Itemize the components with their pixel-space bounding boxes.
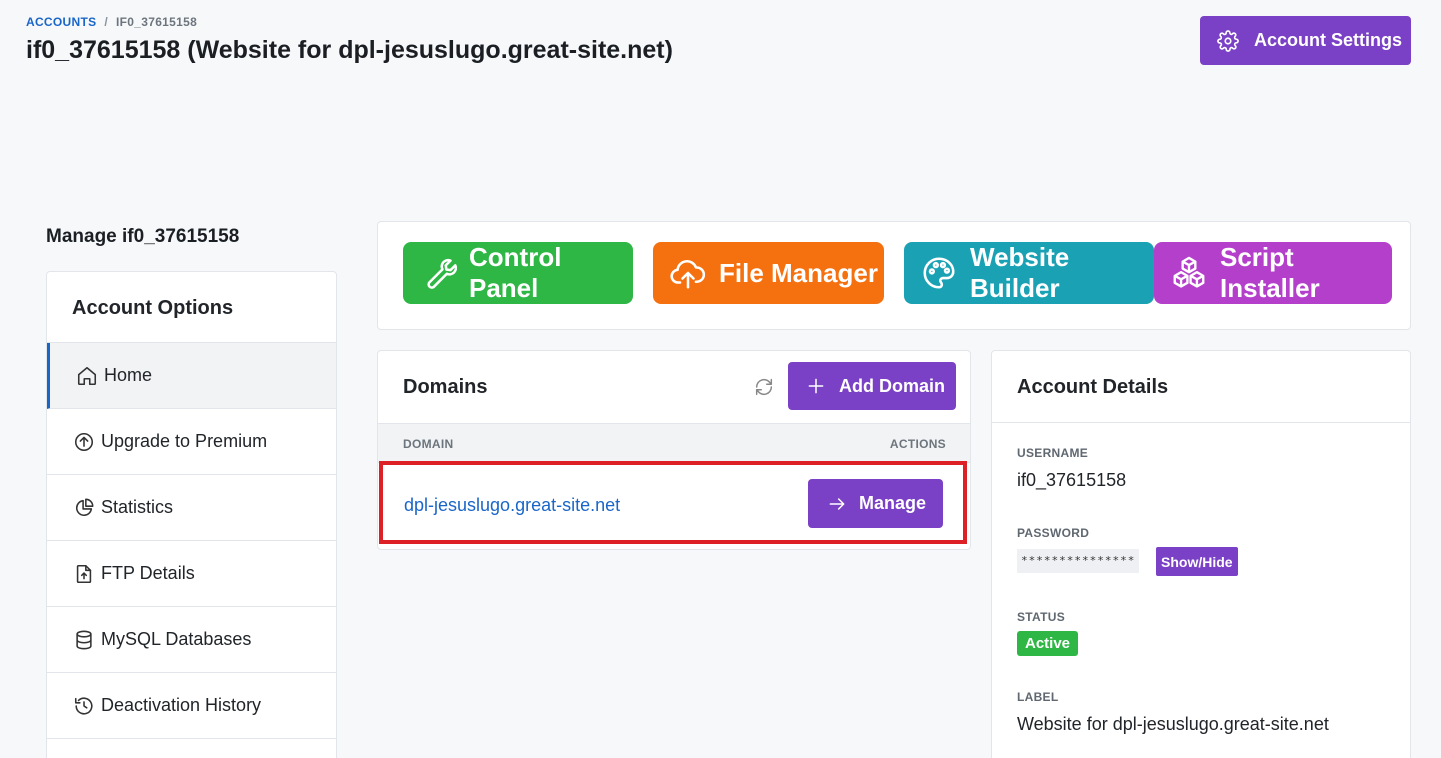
sidebar-item-deactivation-history[interactable]: Deactivation History [47,673,336,739]
breadcrumb-current: IF0_37615158 [116,15,198,29]
account-settings-button[interactable]: Account Settings [1200,16,1411,65]
account-settings-label: Account Settings [1254,30,1403,50]
breadcrumb-separator: / [104,15,109,29]
sidebar-item-upgrade[interactable]: Upgrade to Premium [47,409,336,475]
status-label: STATUS [1017,610,1066,624]
manage-title: Manage if0_37615158 [46,226,240,247]
sidebar-title: Account Options [47,272,336,343]
password-label: PASSWORD [1017,526,1090,540]
refresh-icon [755,378,773,396]
sidebar-item-home[interactable]: Home [47,343,336,409]
show-hide-password-button[interactable]: Show/Hide [1156,547,1238,576]
home-icon [77,366,97,385]
domains-table-header: DOMAIN ACTIONS [378,423,970,463]
pie-chart-icon [75,498,94,516]
file-manager-label: File Manager [719,257,878,288]
palette-icon [923,257,955,289]
sidebar-item-label: Deactivation History [101,695,262,715]
breadcrumb: ACCOUNTS / IF0_37615158 [26,15,197,29]
website-builder-label: Website Builder [970,242,1070,303]
label-value: Website for dpl-jesuslugo.great-site.net [1017,714,1329,734]
account-details-card: Account Details USERNAME if0_37615158 PA… [991,350,1411,758]
arrow-up-circle-icon [74,432,94,451]
status-badge: Active [1017,631,1079,656]
sidebar-item-mysql-databases[interactable]: MySQL Databases [47,607,336,673]
cloud-upload-icon [670,260,706,289]
table-row: dpl-jesuslugo.great-site.net Manage [379,461,967,544]
refresh-button[interactable] [743,367,785,407]
sidebar-item-ftp-details[interactable]: FTP Details [47,541,336,607]
column-header-domain: DOMAIN [403,437,454,451]
column-header-actions: ACTIONS [889,437,946,451]
sidebar-item-label: Statistics [101,497,174,517]
file-upload-icon [76,564,92,583]
password-value: *************** [1017,549,1140,573]
control-panel-button[interactable]: Control Panel [403,242,633,304]
manage-label: Manage [859,493,927,513]
add-domain-button[interactable]: Add Domain [788,362,956,410]
username-label: USERNAME [1017,446,1089,460]
sidebar-item-label: MySQL Databases [101,629,252,649]
username-value: if0_37615158 [1017,470,1127,490]
script-installer-label: Script Installer [1220,242,1320,303]
account-options-sidebar: Account Options Home Upgrade to Premium … [46,271,337,758]
manage-button[interactable]: Manage [808,479,943,528]
history-icon [74,696,93,715]
sidebar-item-label: FTP Details [101,563,195,583]
account-details-title: Account Details [992,351,1410,423]
file-manager-button[interactable]: File Manager [653,242,884,304]
sidebar-item-statistics[interactable]: Statistics [47,475,336,541]
page-title: if0_37615158 (Website for dpl-jesuslugo.… [26,36,673,64]
add-domain-label: Add Domain [839,375,945,396]
wrench-icon [427,258,457,289]
label-label: LABEL [1017,690,1059,704]
domain-link[interactable]: dpl-jesuslugo.great-site.net [404,495,620,516]
database-icon [76,630,92,649]
gear-icon [1217,29,1239,52]
arrow-right-icon [829,497,845,510]
sidebar-item-label: Upgrade to Premium [101,431,268,451]
plus-icon [808,378,824,394]
control-panel-label: Control Panel [469,242,562,303]
cubes-icon [1173,256,1205,288]
domains-card: Domains Add Domain DOMAIN ACTIONS dpl-je… [377,350,971,550]
domains-title: Domains [403,376,488,398]
script-installer-button[interactable]: Script Installer [1154,242,1392,304]
breadcrumb-accounts-link[interactable]: ACCOUNTS [26,15,96,29]
sidebar-item-label: Home [104,365,153,385]
website-builder-button[interactable]: Website Builder [904,242,1154,304]
tools-card: Control Panel File Manager Website Build… [377,221,1411,330]
